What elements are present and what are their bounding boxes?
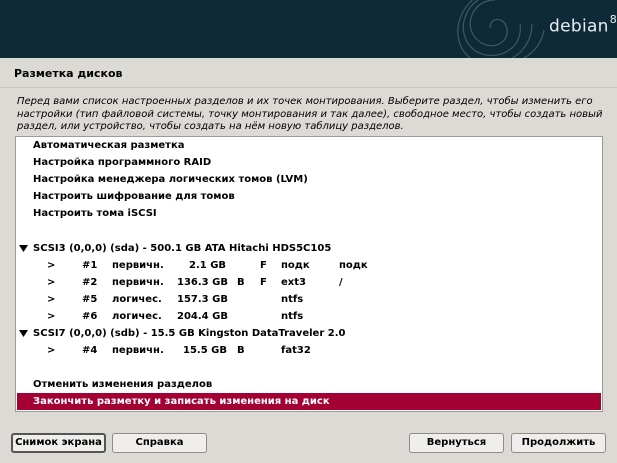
expand-triangle-icon [19,245,28,252]
header-banner: debian8 [0,0,617,58]
list-item-finish[interactable]: Закончить разметку и записать изменения … [17,393,601,410]
expand-triangle-icon [19,330,28,337]
partition-row[interactable]: > #4 первичн. 15.5 GB B fat32 [17,342,601,359]
partition-row[interactable]: > #5 логичес. 157.3 GB ntfs [17,291,601,308]
debian-logo-text: debian8 [549,13,617,37]
disk-row-sda[interactable]: SCSI3 (0,0,0) (sda) - 500.1 GB ATA Hitac… [17,240,601,257]
back-button[interactable]: Вернуться [409,433,504,453]
disk-row-sdb[interactable]: SCSI7 (0,0,0) (sdb) - 15.5 GB Kingston D… [17,325,601,342]
screenshot-button[interactable]: Снимок экрана [11,433,106,453]
list-item-undo[interactable]: Отменить изменения разделов [17,376,601,393]
help-button[interactable]: Справка [112,433,207,453]
partition-row[interactable]: > #1 первичн. 2.1 GB F подк подк [17,257,601,274]
debian-swirl-logo [457,0,545,58]
button-bar: Снимок экрана Справка Вернуться Продолжи… [0,426,617,463]
partition-list[interactable]: Автоматическая разметка Настройка програ… [15,136,603,412]
partition-row[interactable]: > #6 логичес. 204.4 GB ntfs [17,308,601,325]
partition-row[interactable]: > #2 первичн. 136.3 GB B F ext3 / [17,274,601,291]
title-bar: Разметка дисков [0,58,617,88]
intro-text: Перед вами список настроенных разделов и… [17,96,603,132]
list-item-guided[interactable]: Автоматическая разметка [17,137,601,154]
page-title: Разметка дисков [14,67,123,80]
list-item-encryption[interactable]: Настроить шифрование для томов [17,188,601,205]
list-item-lvm[interactable]: Настройка менеджера логических томов (LV… [17,171,601,188]
list-item-iscsi[interactable]: Настроить тома iSCSI [17,205,601,222]
list-item-raid[interactable]: Настройка программного RAID [17,154,601,171]
continue-button[interactable]: Продолжить [511,433,606,453]
